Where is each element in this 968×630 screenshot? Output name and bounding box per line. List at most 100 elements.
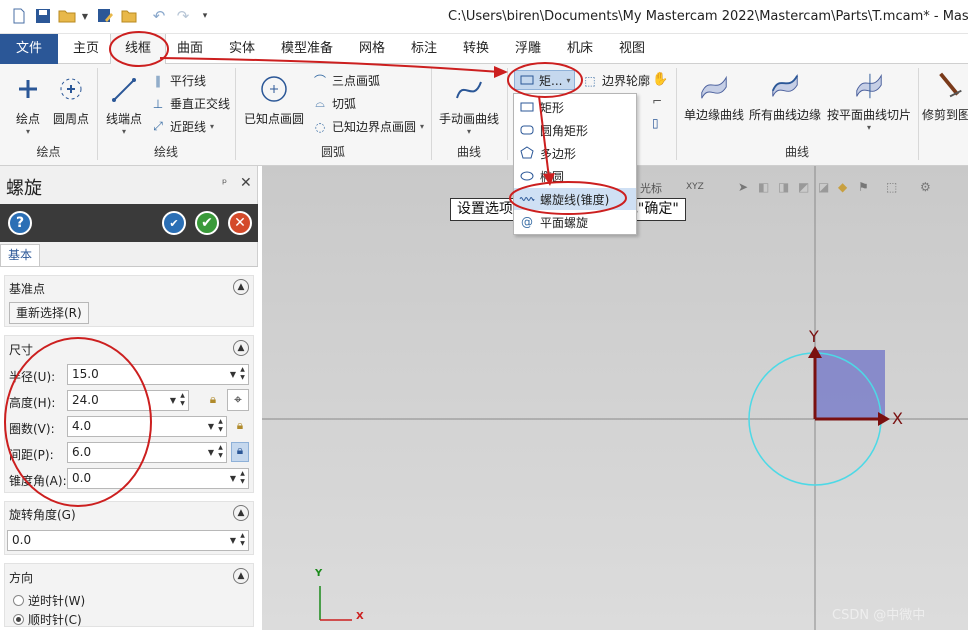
spinner-icon[interactable]: ▲ ▼ [216, 444, 225, 460]
plane-slice-button[interactable]: 按平面曲线切片 ▾ [824, 70, 914, 132]
apply-icon[interactable]: ✔ [162, 211, 186, 235]
lock-icon[interactable]: 🔒︎ [233, 418, 247, 434]
three-point-arc-button[interactable]: ⌒ 三点画弧 [312, 72, 380, 89]
close-icon[interactable]: ✕ [240, 175, 252, 191]
tab-file[interactable]: 文件 [0, 34, 58, 64]
tab-dimension[interactable]: 标注 [400, 34, 448, 64]
tab-transform[interactable]: 转换 [452, 34, 500, 64]
open-folder-icon[interactable] [58, 7, 76, 25]
rectangle-dropdown-button[interactable]: 矩... ▾ [514, 70, 576, 90]
menu-item-spiral[interactable]: @ 平面螺旋 [514, 211, 636, 233]
rotation-field[interactable]: 0.0 ▼ ▲ ▼ [7, 530, 249, 551]
body-select-icon[interactable]: ◪ [818, 180, 829, 194]
spinner-icon[interactable]: ▲ ▼ [238, 532, 247, 548]
all-edge-curves-button[interactable]: 所有曲线边缘 [748, 70, 822, 123]
collapse-icon[interactable]: ▲ [233, 340, 249, 356]
save-icon[interactable] [34, 7, 52, 25]
collapse-icon[interactable]: ▲ [233, 568, 249, 584]
tangent-arc-button[interactable]: ⌓ 切弧 [312, 95, 356, 112]
manual-spline-button[interactable]: 手动画曲线 ▾ [436, 74, 502, 136]
folder-icon[interactable] [120, 7, 138, 25]
ccw-radio[interactable]: 逆时针(W) [13, 592, 85, 609]
point-button[interactable]: 绘点 ▾ [10, 74, 46, 136]
redo-icon[interactable]: ↷ [174, 7, 192, 25]
tab-basic[interactable]: 基本 [0, 244, 40, 266]
lock-icon[interactable]: 🔒︎ [206, 392, 220, 408]
customize-icon[interactable]: ▾ [196, 7, 214, 25]
crosshair-icon[interactable]: ⌖ [227, 389, 249, 411]
dropdown-icon[interactable]: ▼ [230, 365, 236, 384]
tab-home[interactable]: 主页 [62, 34, 110, 64]
dropdown-icon[interactable]: ▼ [208, 417, 214, 436]
shape-dropdown-menu: 矩形 圆角矩形 多边形 椭圆 螺旋线(锥度) @ 平面螺旋 [513, 93, 637, 235]
spinner-icon[interactable]: ▲ ▼ [178, 392, 187, 408]
tab-solids[interactable]: 实体 [218, 34, 266, 64]
cw-radio[interactable]: 顺时针(C) [13, 611, 82, 628]
open-dropdown-icon[interactable]: ▼ [76, 7, 94, 25]
spinner-icon[interactable]: ▲ ▼ [216, 418, 225, 434]
spinner-icon[interactable]: ▲ ▼ [238, 366, 247, 382]
solid-select-icon[interactable]: ◧ [758, 180, 769, 194]
settings-icon[interactable]: ⚙ [920, 180, 931, 194]
tab-model-prep[interactable]: 模型准备 [272, 34, 342, 64]
single-edge-curve-button[interactable]: 单边缘曲线 [682, 70, 746, 123]
pitch-field[interactable]: 6.0 ▼ ▲ ▼ [67, 442, 227, 463]
dropdown-icon[interactable]: ▼ [230, 531, 236, 550]
tab-surfaces[interactable]: 曲面 [166, 34, 214, 64]
closest-line-button[interactable]: ⤢ 近距线 ▾ [150, 118, 214, 135]
height-field[interactable]: 24.0 ▼ ▲ ▼ [67, 390, 189, 411]
contour-icon[interactable]: ⌐ [652, 94, 662, 108]
height-value: 24.0 [72, 393, 99, 407]
cube-icon[interactable]: ◆ [838, 180, 847, 194]
tab-wireframe[interactable]: 线框 [110, 34, 166, 65]
tangent-arc-label: 切弧 [332, 97, 357, 111]
single-edge-curve-label: 单边缘曲线 [683, 108, 744, 122]
spinner-icon[interactable]: ▲ ▼ [238, 470, 247, 486]
face-select-icon[interactable]: ◨ [778, 180, 789, 194]
tab-relief[interactable]: 浮雕 [504, 34, 552, 64]
menu-item-polygon[interactable]: 多边形 [514, 142, 636, 164]
boundary-contour-button[interactable]: ⬚ 边界轮廓 [582, 72, 650, 89]
lock-active-icon[interactable]: 🔒︎ [231, 442, 249, 462]
cancel-icon[interactable]: ✕ [228, 211, 252, 235]
graphics-viewport[interactable]: Y X Y X 光标 XYZ ➤ ◧ ◨ ◩ ◪ ◆ ⚑ ⬚ ⚙ 设置选项，然后… [262, 166, 968, 630]
menu-item-rectangle[interactable]: 矩形 [514, 96, 636, 118]
turns-field[interactable]: 4.0 ▼ ▲ ▼ [67, 416, 227, 437]
new-file-icon[interactable] [10, 7, 28, 25]
perpendicular-line-button[interactable]: ⊥ 垂直正交线 [150, 95, 230, 112]
dropdown-icon[interactable]: ▼ [170, 391, 176, 410]
edge-select-icon[interactable]: ◩ [798, 180, 809, 194]
cursor-label[interactable]: 光标 [640, 180, 662, 196]
reselect-button[interactable]: 重新选择(R) [9, 302, 89, 324]
radio-circle [13, 595, 24, 606]
collapse-icon[interactable]: ▲ [233, 505, 249, 521]
trim-to-curve-button[interactable]: 修剪到图 [922, 70, 968, 123]
save-as-icon[interactable] [96, 7, 114, 25]
circle-points-button[interactable]: 圆周点 [50, 74, 92, 127]
radius-field[interactable]: 15.0 ▼ ▲ ▼ [67, 364, 249, 385]
taper-angle-field[interactable]: 0.0 ▼ ▲ ▼ [67, 468, 249, 489]
dropdown-icon[interactable]: ▼ [230, 469, 236, 488]
line-endpoints-button[interactable]: 线端点 ▾ [104, 74, 144, 136]
circle-center-button[interactable]: 已知点画圆 [242, 74, 306, 127]
menu-item-helix[interactable]: 螺旋线(锥度) [514, 188, 636, 210]
window-select-icon[interactable]: ⬚ [886, 180, 897, 194]
help-icon[interactable]: ? [8, 211, 32, 235]
slot-icon[interactable]: ▯ [652, 116, 659, 130]
tab-machine[interactable]: 机床 [556, 34, 604, 64]
xyz-icon[interactable]: XYZ [686, 182, 704, 192]
select-arrow-icon[interactable]: ➤ [738, 180, 748, 194]
hand-icon[interactable]: ✋ [652, 72, 668, 87]
ok-icon[interactable]: ✔ [195, 211, 219, 235]
pin-icon[interactable]: ᵖ [222, 176, 227, 190]
menu-item-rounded-rectangle[interactable]: 圆角矩形 [514, 119, 636, 141]
circle-edge-button[interactable]: ◌ 已知边界点画圆 ▾ [312, 118, 424, 135]
collapse-icon[interactable]: ▲ [233, 279, 249, 295]
tab-view[interactable]: 视图 [608, 34, 656, 64]
parallel-line-button[interactable]: ∥ 平行线 [150, 72, 206, 89]
filter-icon[interactable]: ⚑ [858, 180, 869, 194]
undo-icon[interactable]: ↶ [150, 7, 168, 25]
menu-item-ellipse[interactable]: 椭圆 [514, 165, 636, 187]
dropdown-icon[interactable]: ▼ [208, 443, 214, 462]
tab-mesh[interactable]: 网格 [348, 34, 396, 64]
